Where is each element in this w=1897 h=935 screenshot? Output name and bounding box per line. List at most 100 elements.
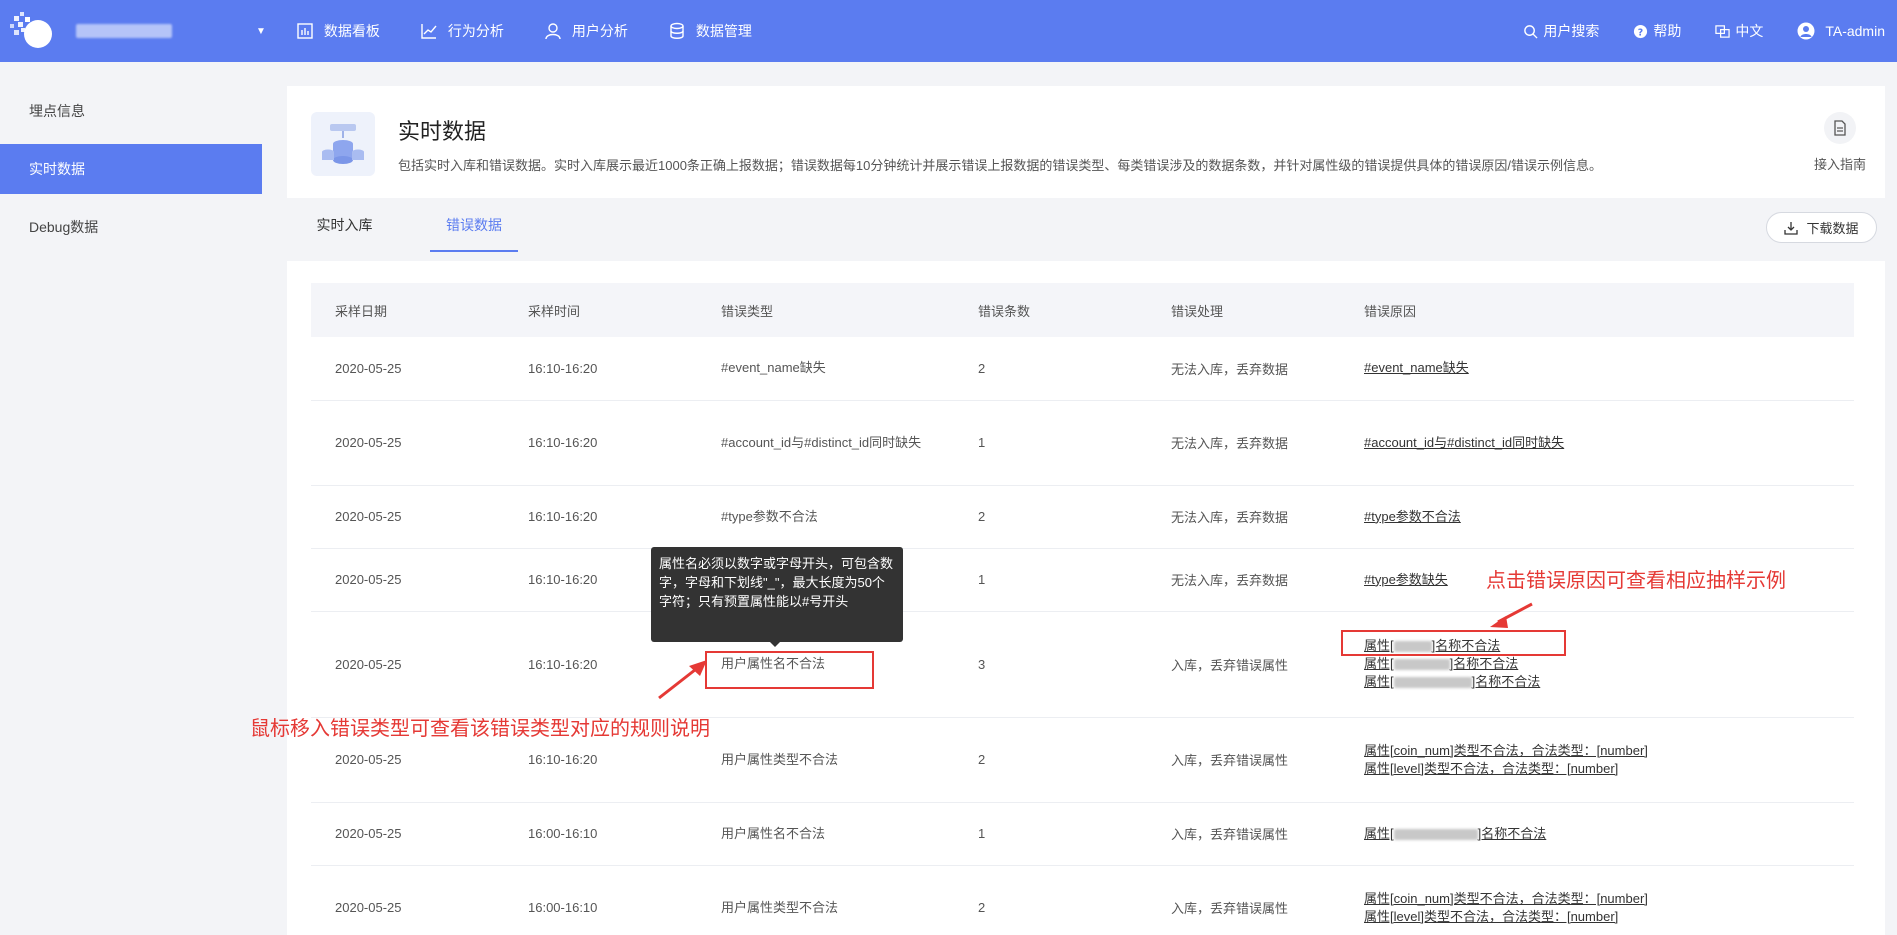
user-search-label: 用户搜索	[1543, 23, 1600, 39]
redacted-property	[1393, 828, 1478, 840]
cell-handling: 无法入库，丢弃数据	[1147, 548, 1340, 612]
nav-user[interactable]: 用户分析	[544, 21, 628, 41]
cell-handling: 入库，丢弃错误属性	[1147, 802, 1340, 866]
cell-error-type[interactable]: 用户属性类型不合法	[697, 717, 954, 803]
error-reason-link[interactable]: 属性[level]类型不合法，合法类型：[number]	[1364, 760, 1854, 778]
nav-behavior[interactable]: 行为分析	[420, 21, 504, 41]
download-icon	[1784, 221, 1799, 235]
cell-date: 2020-05-25	[311, 548, 504, 612]
language-switch[interactable]: 中文	[1715, 21, 1763, 41]
cell-time: 16:10-16:20	[504, 400, 697, 486]
table-row: 2020-05-25 16:10-16:20 #account_id与#dist…	[311, 400, 1854, 486]
cell-date: 2020-05-25	[311, 865, 504, 935]
annotation-text-left: 鼠标移入错误类型可查看该错误类型对应的规则说明	[250, 718, 710, 740]
tabs-bar: 实时入库 错误数据 下载数据	[287, 198, 1885, 252]
cell-error-type[interactable]: #type参数不合法	[697, 485, 954, 549]
header-error-count: 错误条数	[954, 283, 1147, 337]
app-logo[interactable]	[8, 8, 54, 54]
top-right-tools: 用户搜索 ? 帮助 中文 TA-admin	[1523, 0, 1897, 62]
cell-count: 2	[954, 865, 1147, 935]
error-type-text[interactable]: #account_id与#distinct_id同时缺失	[721, 434, 931, 452]
error-data-table: 采样日期 采样时间 错误类型 错误条数 错误处理 错误原因 2020-05-25…	[311, 283, 1854, 935]
cell-error-type[interactable]: 用户属性类型不合法	[697, 865, 954, 935]
user-icon	[545, 23, 561, 40]
main-nav: 数据看板 行为分析 用户分析 数据管理	[296, 21, 792, 41]
integration-guide-link[interactable]: 接入指南	[1805, 112, 1875, 173]
page-title: 实时数据	[398, 119, 487, 144]
language-icon	[1715, 24, 1731, 38]
nav-data-management[interactable]: 数据管理	[668, 21, 752, 41]
nav-dashboard[interactable]: 数据看板	[296, 21, 380, 41]
user-menu[interactable]: TA-admin	[1797, 22, 1885, 40]
error-reason-link[interactable]: #type参数不合法	[1364, 508, 1854, 526]
cell-error-type[interactable]: #account_id与#distinct_id同时缺失	[697, 400, 954, 486]
document-icon	[1824, 112, 1856, 144]
cell-count: 2	[954, 337, 1147, 401]
caret-down-icon[interactable]: ▼	[256, 26, 266, 37]
cell-date: 2020-05-25	[311, 485, 504, 549]
nav-dashboard-label: 数据看板	[323, 23, 380, 39]
error-reason-link[interactable]: 属性[level]类型不合法，合法类型：[number]	[1364, 908, 1854, 926]
cell-date: 2020-05-25	[311, 400, 504, 486]
error-reason-link[interactable]: 属性[]名称不合法	[1364, 673, 1854, 691]
error-type-text[interactable]: 用户属性类型不合法	[721, 751, 931, 769]
annotation-arrow-right	[1490, 602, 1533, 628]
cell-count: 2	[954, 717, 1147, 803]
database-icon	[670, 22, 684, 39]
cell-count: 2	[954, 485, 1147, 549]
tab-error-data[interactable]: 错误数据	[430, 198, 518, 252]
error-type-text[interactable]: #type参数不合法	[721, 508, 931, 526]
table-row: 2020-05-25 16:10-16:20 #event_name缺失 2 无…	[311, 337, 1854, 401]
integration-guide-label: 接入指南	[1813, 157, 1866, 172]
table-row: 2020-05-25 16:00-16:10 用户属性名不合法 1 入库，丢弃错…	[311, 802, 1854, 866]
cell-handling: 入库，丢弃错误属性	[1147, 717, 1340, 803]
table-header-row: 采样日期 采样时间 错误类型 错误条数 错误处理 错误原因	[311, 283, 1854, 337]
error-reason-link[interactable]: 属性[]名称不合法	[1364, 655, 1854, 673]
error-type-text[interactable]: 用户属性名不合法	[721, 825, 931, 843]
avatar-icon	[1797, 22, 1815, 40]
help-label: 帮助	[1653, 23, 1682, 39]
redacted-property	[1393, 677, 1472, 689]
cell-reason: 属性[]名称不合法	[1340, 802, 1854, 866]
cell-handling: 无法入库，丢弃数据	[1147, 400, 1340, 486]
annotation-text-right: 点击错误原因可查看相应抽样示例	[1486, 570, 1786, 592]
error-reason-link[interactable]: 属性[coin_num]类型不合法，合法类型：[number]	[1364, 742, 1854, 760]
project-selector[interactable]	[76, 24, 172, 38]
cell-handling: 入库，丢弃错误属性	[1147, 611, 1340, 718]
cell-handling: 无法入库，丢弃数据	[1147, 485, 1340, 549]
cell-reason: 属性[]名称不合法 属性[]名称不合法 属性[]名称不合法	[1340, 611, 1854, 718]
tab-realtime-ingest[interactable]: 实时入库	[287, 198, 402, 252]
header-error-type: 错误类型	[697, 283, 954, 337]
error-type-text[interactable]: 用户属性类型不合法	[721, 899, 931, 917]
annotation-highlight-error-type	[705, 651, 874, 689]
error-type-text[interactable]: #event_name缺失	[721, 359, 931, 377]
cell-error-type[interactable]: #event_name缺失	[697, 337, 954, 401]
header-error-reason: 错误原因	[1340, 283, 1854, 337]
page-description: 包括实时入库和错误数据。实时入库展示最近1000条正确上报数据；错误数据每10分…	[398, 158, 1602, 173]
cell-handling: 无法入库，丢弃数据	[1147, 337, 1340, 401]
error-reason-link[interactable]: #event_name缺失	[1364, 359, 1854, 377]
table-row: 2020-05-25 16:10-16:20 用户属性名不合法 3 入库，丢弃错…	[311, 611, 1854, 718]
error-reason-link[interactable]: 属性[]名称不合法	[1364, 825, 1854, 843]
cell-time: 16:10-16:20	[504, 337, 697, 401]
user-search-link[interactable]: 用户搜索	[1523, 21, 1599, 41]
main-content: 实时数据 包括实时入库和错误数据。实时入库展示最近1000条正确上报数据；错误数…	[262, 62, 1897, 935]
cell-error-type[interactable]: 用户属性名不合法	[697, 802, 954, 866]
page-header: 实时数据 包括实时入库和错误数据。实时入库展示最近1000条正确上报数据；错误数…	[287, 86, 1885, 198]
sidebar-item-realtime-data[interactable]: 实时数据	[0, 144, 262, 194]
sidebar-item-debug-data[interactable]: Debug数据	[0, 202, 262, 252]
sidebar-item-tracking-info[interactable]: 埋点信息	[0, 86, 262, 136]
cell-time: 16:00-16:10	[504, 802, 697, 866]
help-link[interactable]: ? 帮助	[1633, 21, 1681, 41]
annotation-arrow-left	[658, 660, 707, 700]
tooltip-arrow	[769, 641, 781, 647]
error-reason-link[interactable]: 属性[coin_num]类型不合法，合法类型：[number]	[1364, 890, 1854, 908]
download-data-button[interactable]: 下载数据	[1766, 212, 1877, 243]
error-reason-link[interactable]: #account_id与#distinct_id同时缺失	[1364, 434, 1854, 452]
table-row: 2020-05-25 16:00-16:10 用户属性类型不合法 2 入库，丢弃…	[311, 865, 1854, 935]
cell-reason: #type参数不合法	[1340, 485, 1854, 549]
cell-count: 3	[954, 611, 1147, 718]
nav-user-label: 用户分析	[571, 23, 628, 39]
cell-handling: 入库，丢弃错误属性	[1147, 865, 1340, 935]
redacted-property	[1393, 659, 1450, 671]
